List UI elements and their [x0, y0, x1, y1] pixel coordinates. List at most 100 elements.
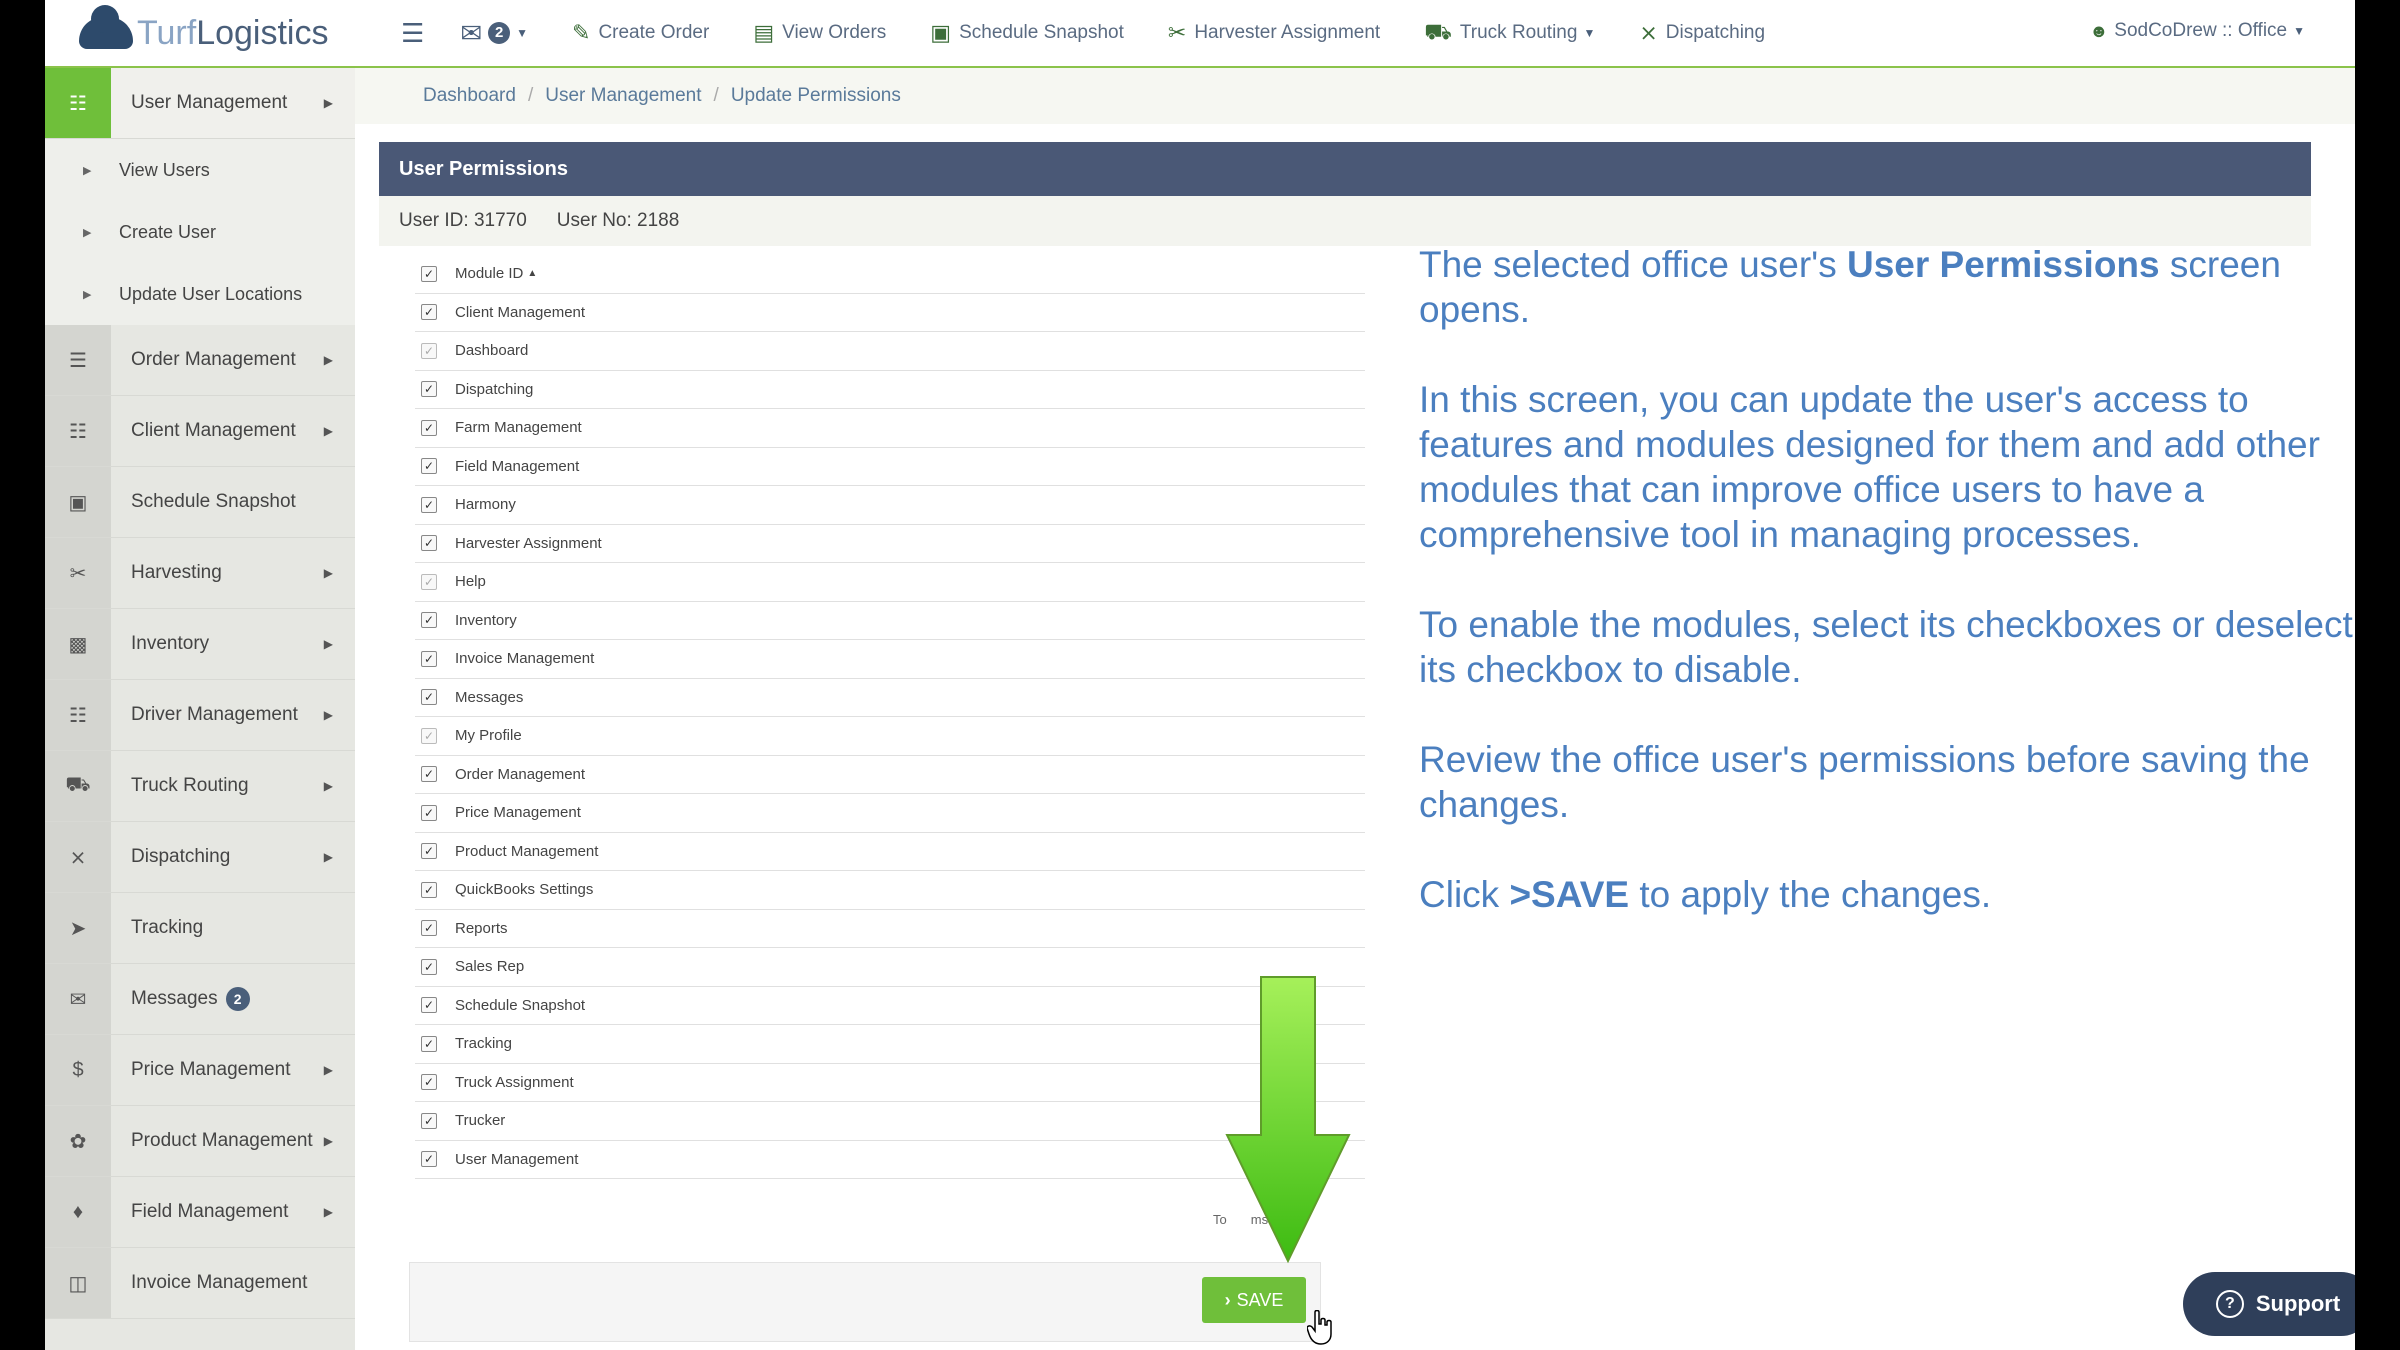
permission-checkbox[interactable]: ✓: [421, 920, 437, 937]
panel-title: User Permissions: [379, 142, 2311, 196]
support-button[interactable]: ? Support: [2183, 1272, 2355, 1336]
nav-view-orders[interactable]: ▤ View Orders: [753, 20, 886, 46]
messages-count-badge: 2: [225, 987, 250, 1011]
permission-checkbox[interactable]: ✓: [421, 458, 437, 475]
save-bar: › SAVE: [409, 1262, 1321, 1342]
sidebar-item-price-management[interactable]: $ Price Management ▶: [45, 1035, 355, 1106]
permission-checkbox[interactable]: ✓: [421, 496, 437, 513]
permission-row: ✓ Price Management: [415, 794, 1365, 833]
permission-checkbox[interactable]: ✓: [421, 1074, 437, 1091]
sidebar-item-client-management[interactable]: ☷ Client Management ▶: [45, 396, 355, 467]
permission-checkbox[interactable]: ✓: [421, 727, 437, 744]
mail-dropdown[interactable]: ✉ 2 ▼: [460, 18, 528, 49]
sort-asc-icon: ▲: [527, 268, 538, 280]
location-arrow-icon: ➤: [45, 893, 111, 963]
nav-truck-routing[interactable]: ⛟ Truck Routing ▼: [1424, 19, 1595, 48]
permission-checkbox[interactable]: ✓: [421, 612, 437, 629]
user-menu[interactable]: ☻ SodCoDrew :: Office ▼: [2089, 20, 2305, 42]
permission-checkbox[interactable]: ✓: [421, 997, 437, 1014]
column-header-module-id[interactable]: Module ID: [455, 265, 523, 282]
sidebar-item-invoice-management[interactable]: ◫ Invoice Management: [45, 1248, 355, 1319]
permission-checkbox[interactable]: ✓: [421, 1151, 437, 1168]
sidebar-item-messages[interactable]: ✉ Messages 2: [45, 964, 355, 1035]
instruction-paragraph-1: The selected office user's User Permissi…: [1419, 242, 2355, 332]
sidebar-subitem-view-users[interactable]: ▶ View Users: [45, 139, 355, 201]
permission-row: ✓ Reports: [415, 910, 1365, 948]
nav-dispatching[interactable]: ⨯ Dispatching: [1639, 20, 1765, 46]
sidebar-subitem-create-user[interactable]: ▶ Create User: [45, 201, 355, 263]
sidebar-item-field-management[interactable]: ♦ Field Management ▶: [45, 1177, 355, 1248]
sidebar-item-driver-management[interactable]: ☷ Driver Management ▶: [45, 680, 355, 751]
instruction-emphasis: >SAVE: [1509, 874, 1630, 915]
permission-checkbox[interactable]: ✓: [421, 381, 437, 398]
instruction-text: The selected office user's User Permissi…: [1419, 242, 2355, 962]
permission-checkbox[interactable]: ✓: [421, 804, 437, 821]
permission-row: ✓ Dispatching: [415, 371, 1365, 409]
user-icon: ☻: [2089, 20, 2109, 41]
permission-checkbox[interactable]: ✓: [421, 1035, 437, 1052]
permission-checkbox[interactable]: ✓: [421, 881, 437, 898]
sidebar-item-inventory[interactable]: ▩ Inventory ▶: [45, 609, 355, 680]
permission-checkbox[interactable]: ✓: [421, 304, 437, 321]
permission-checkbox[interactable]: ✓: [421, 1112, 437, 1129]
camera-icon: ▣: [930, 20, 952, 45]
permission-checkbox[interactable]: ✓: [421, 843, 437, 860]
permission-checkbox[interactable]: ✓: [421, 535, 437, 552]
sidebar-item-product-management[interactable]: ✿ Product Management ▶: [45, 1106, 355, 1177]
instruction-paragraph-3: To enable the modules, select its checkb…: [1419, 604, 2353, 690]
permission-checkbox[interactable]: ✓: [421, 419, 437, 436]
permission-module-label: Dispatching: [455, 380, 534, 398]
sidebar-item-order-management[interactable]: ☰ Order Management ▶: [45, 325, 355, 396]
sidebar-item-tracking[interactable]: ➤ Tracking: [45, 893, 355, 964]
breadcrumb-user-management[interactable]: User Management: [545, 85, 701, 107]
save-button[interactable]: › SAVE: [1202, 1277, 1306, 1323]
logo[interactable]: Turf Logistics: [79, 5, 369, 53]
sidebar-item-truck-routing[interactable]: ⛟ Truck Routing ▶: [45, 751, 355, 822]
permission-checkbox[interactable]: ✓: [421, 573, 437, 590]
sidebar-item-label: Schedule Snapshot: [131, 491, 296, 512]
sidebar-item-user-management[interactable]: ☷ User Management ▶: [45, 68, 355, 139]
sidebar-item-harvesting[interactable]: ✂ Harvesting ▶: [45, 538, 355, 609]
user-menu-label: SodCoDrew :: Office: [2114, 20, 2288, 41]
cloud-logo-icon: [79, 5, 133, 49]
permission-checkbox[interactable]: ✓: [421, 342, 437, 359]
permission-module-label: Schedule Snapshot: [455, 996, 586, 1014]
user-id: User ID: 31770: [399, 210, 527, 231]
sidebar-item-label: Price Management: [131, 1059, 291, 1080]
permission-row: ✓ Harvester Assignment: [415, 525, 1365, 563]
permission-checkbox[interactable]: ✓: [421, 958, 437, 975]
breadcrumb-dashboard[interactable]: Dashboard: [423, 85, 516, 107]
permission-module-label: Invoice Management: [455, 650, 595, 668]
user-ids-row: User ID: 31770 User No: 2188: [379, 196, 2311, 246]
nav-create-order[interactable]: ✎ Create Order: [572, 20, 709, 46]
sidebar-item-schedule-snapshot[interactable]: ▣ Schedule Snapshot: [45, 467, 355, 538]
instruction-paragraph-4: Review the office user's permissions bef…: [1419, 739, 2310, 825]
list-icon: ▤: [753, 20, 775, 45]
permission-module-label: Product Management: [455, 842, 599, 860]
sidebar-subitem-update-user-locations[interactable]: ▶ Update User Locations: [45, 263, 355, 325]
dollar-icon: $: [45, 1035, 111, 1105]
caret-right-icon: ▶: [323, 1134, 333, 1148]
permission-checkbox[interactable]: ✓: [421, 689, 437, 706]
caret-right-icon: ▶: [323, 1063, 333, 1077]
permission-module-label: User Management: [455, 1150, 579, 1168]
down-arrow-overlay-icon: [1225, 976, 1351, 1264]
permission-checkbox[interactable]: ✓: [421, 766, 437, 783]
folder-open-icon: ◫: [45, 1248, 111, 1318]
sidebar-subitem-label: Create User: [119, 221, 217, 242]
app-window: Turf Logistics ☰ ✉ 2 ▼ ✎ Create Order ▤ V…: [45, 0, 2355, 1350]
permission-module-label: QuickBooks Settings: [455, 881, 594, 899]
truck-icon: ⛟: [1424, 18, 1452, 44]
hamburger-menu-icon[interactable]: ☰: [401, 18, 424, 49]
nav-schedule-snapshot[interactable]: ▣ Schedule Snapshot: [930, 20, 1124, 46]
caret-right-icon: ▶: [323, 96, 333, 110]
sidebar: ☷ User Management ▶ ▶ View Users ▶ Creat…: [45, 68, 355, 1350]
question-circle-icon: ?: [2215, 1290, 2244, 1318]
sidebar-item-dispatching[interactable]: ⨯ Dispatching ▶: [45, 822, 355, 893]
nav-harvester-assignment[interactable]: ✂ Harvester Assignment: [1168, 20, 1380, 46]
users-icon: ☷: [45, 396, 111, 466]
select-all-checkbox[interactable]: ✓: [421, 265, 437, 282]
permission-checkbox[interactable]: ✓: [421, 650, 437, 667]
sidebar-item-label: Messages: [131, 988, 218, 1009]
envelope-icon: ✉: [45, 964, 111, 1034]
